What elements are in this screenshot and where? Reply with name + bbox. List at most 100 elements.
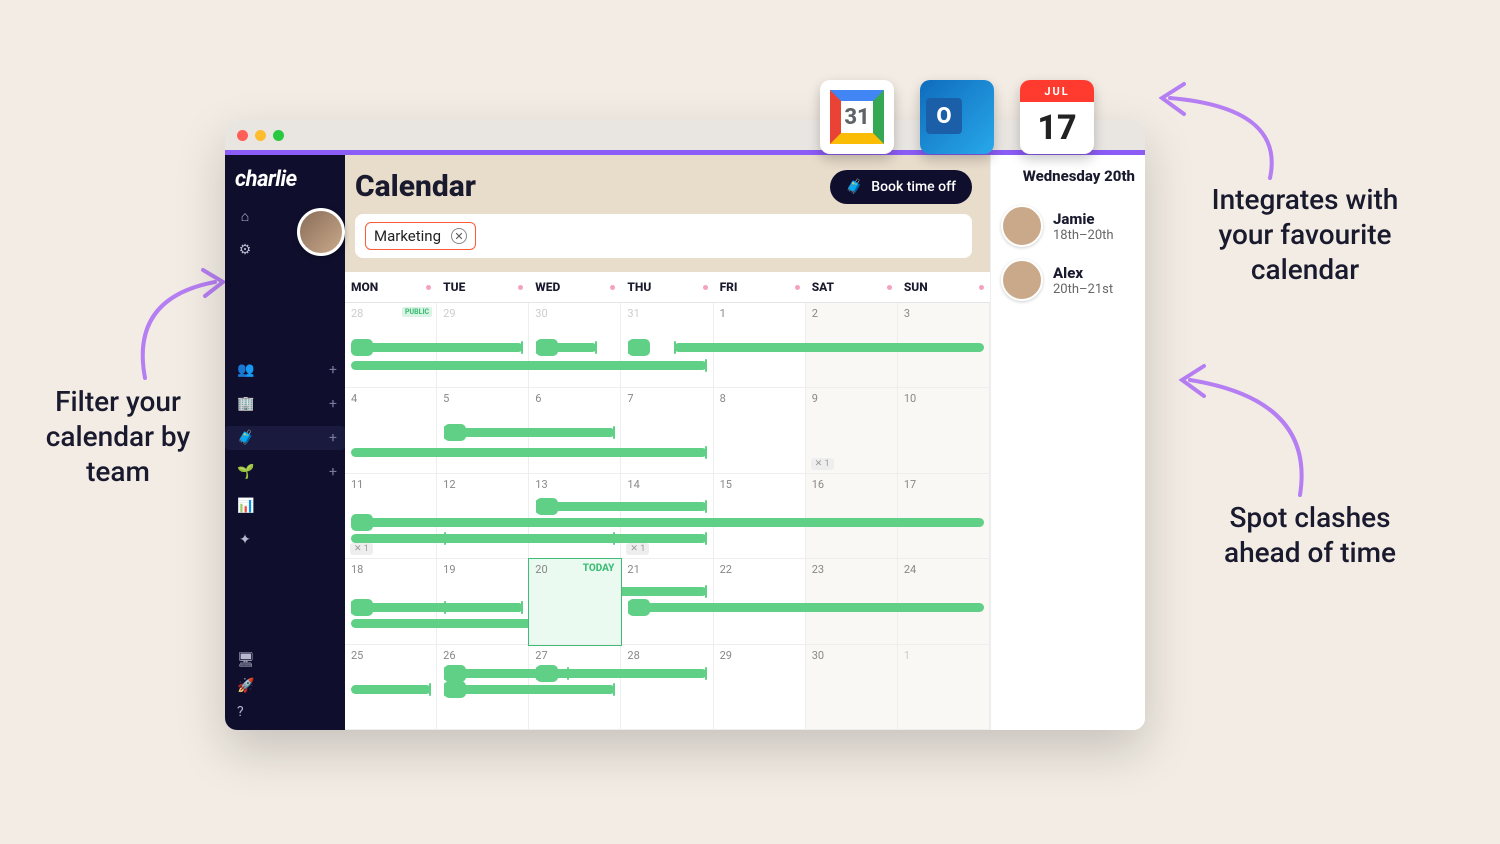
nav-item[interactable]: 📊 bbox=[237, 494, 345, 518]
calendar-cell[interactable]: 16 bbox=[806, 474, 898, 559]
calendar-cell[interactable]: 11✕ 1 bbox=[345, 474, 437, 559]
weekday-sat: SAT bbox=[806, 272, 898, 302]
annotation-clashes: Spot clashesahead of time bbox=[1195, 500, 1425, 570]
person-row[interactable]: Alex20th–21st bbox=[1001, 253, 1135, 307]
nav-item[interactable]: 👥+ bbox=[237, 358, 345, 382]
calendar-cell[interactable]: 22 bbox=[714, 559, 806, 644]
filter-chip-marketing[interactable]: Marketing ✕ bbox=[365, 222, 476, 250]
person-range: 20th–21st bbox=[1053, 282, 1113, 297]
calendar-cell[interactable]: 7 bbox=[621, 388, 713, 473]
calendar-grid: 28PUBLIC293031123456789✕ 11011✕ 1121314✕… bbox=[345, 303, 990, 730]
person-avatar bbox=[1001, 259, 1043, 301]
book-button-label: Book time off bbox=[871, 179, 956, 195]
filter-chip-remove-icon[interactable]: ✕ bbox=[451, 228, 467, 244]
filter-bar[interactable]: Marketing ✕ bbox=[355, 214, 972, 258]
weekday-fri: FRI bbox=[714, 272, 806, 302]
avatar[interactable] bbox=[297, 208, 345, 256]
public-badge: PUBLIC bbox=[402, 307, 432, 317]
calendar-cell[interactable]: 6 bbox=[529, 388, 621, 473]
calendar-cell[interactable]: 20TODAY bbox=[529, 559, 621, 644]
calendar-cell[interactable]: 21 bbox=[621, 559, 713, 644]
apple-calendar-icon: JUL 17 bbox=[1020, 80, 1094, 154]
person-row[interactable]: Jamie18th–20th bbox=[1001, 199, 1135, 253]
count-badge: ✕ 1 bbox=[811, 458, 834, 470]
calendar-cell[interactable]: 27 bbox=[529, 645, 621, 730]
calendar-cell[interactable]: 12 bbox=[437, 474, 529, 559]
person-name: Alex bbox=[1053, 264, 1113, 282]
calendar-cell[interactable]: 8 bbox=[714, 388, 806, 473]
google-calendar-icon: 31 bbox=[820, 80, 894, 154]
count-badge: ✕ 1 bbox=[626, 543, 649, 555]
calendar-cell[interactable]: 30 bbox=[806, 645, 898, 730]
calendar-cell[interactable]: 28 bbox=[621, 645, 713, 730]
calendar-cell[interactable]: 25 bbox=[345, 645, 437, 730]
calendar-cell[interactable]: 15 bbox=[714, 474, 806, 559]
weekday-tue: TUE bbox=[437, 272, 529, 302]
calendar-cell[interactable]: 23 bbox=[806, 559, 898, 644]
briefcase-icon: 🧳 bbox=[846, 179, 863, 195]
calendar-cell[interactable]: 31 bbox=[621, 303, 713, 388]
gear-icon: ⚙ bbox=[237, 242, 253, 258]
annotation-integrates: Integrates withyour favouritecalendar bbox=[1180, 182, 1430, 287]
nav-item[interactable]: 🏢+ bbox=[237, 392, 345, 416]
nav-icon: 🏢 bbox=[237, 396, 253, 412]
weekday-thu: THU bbox=[621, 272, 713, 302]
calendar-cell[interactable]: 17 bbox=[898, 474, 990, 559]
window-zoom-icon[interactable] bbox=[273, 130, 284, 141]
nav-item[interactable]: 🌱+ bbox=[237, 460, 345, 484]
calendar-cell[interactable]: 4 bbox=[345, 388, 437, 473]
annotation-filter: Filter yourcalendar byteam bbox=[28, 384, 208, 489]
calendar-cell[interactable]: 24 bbox=[898, 559, 990, 644]
calendar-cell[interactable]: 30 bbox=[529, 303, 621, 388]
logo: charlie bbox=[225, 155, 345, 198]
weekday-mon: MON bbox=[345, 272, 437, 302]
person-name: Jamie bbox=[1053, 210, 1114, 228]
arrow-top-right bbox=[1150, 78, 1290, 188]
calendar-cell[interactable]: 1 bbox=[714, 303, 806, 388]
nav-item[interactable]: 🧳+ bbox=[225, 426, 345, 450]
arrow-bottom-right bbox=[1170, 360, 1320, 510]
plus-icon[interactable]: + bbox=[329, 464, 337, 480]
person-avatar bbox=[1001, 205, 1043, 247]
nav-icon: 🌱 bbox=[237, 464, 253, 480]
nav-mid: 👥+🏢+🧳+🌱+📊✦ bbox=[225, 352, 345, 552]
nav-icon: 🧳 bbox=[237, 430, 253, 446]
calendar-cell[interactable]: 14✕ 1 bbox=[621, 474, 713, 559]
weekday-sun: SUN bbox=[898, 272, 990, 302]
nav-icon: 👥 bbox=[237, 362, 253, 378]
nav-icon: 📊 bbox=[237, 498, 253, 514]
plus-icon[interactable]: + bbox=[329, 362, 337, 378]
today-badge: TODAY bbox=[583, 563, 615, 574]
nav-bottom-item[interactable]: ? bbox=[237, 704, 255, 720]
calendar-integrations: 31 O JUL 17 bbox=[820, 80, 1094, 154]
book-time-off-button[interactable]: 🧳 Book time off bbox=[830, 170, 972, 204]
calendar-cell[interactable]: 5 bbox=[437, 388, 529, 473]
calendar-cell[interactable]: 29 bbox=[437, 303, 529, 388]
nav-bottom-item[interactable]: 🖥 bbox=[237, 652, 255, 668]
filter-chip-label: Marketing bbox=[374, 227, 441, 245]
nav-item[interactable]: ✦ bbox=[237, 528, 345, 552]
calendar-cell[interactable]: 19 bbox=[437, 559, 529, 644]
calendar-cell[interactable]: 1 bbox=[898, 645, 990, 730]
calendar-cell[interactable]: 26 bbox=[437, 645, 529, 730]
right-panel: Wednesday 20th Jamie18th–20thAlex20th–21… bbox=[990, 155, 1145, 730]
calendar-cell[interactable]: 2 bbox=[806, 303, 898, 388]
window-minimize-icon[interactable] bbox=[255, 130, 266, 141]
calendar-cell[interactable]: 29 bbox=[714, 645, 806, 730]
weekday-header: MONTUEWEDTHUFRISATSUN bbox=[345, 272, 990, 303]
app-window: charlie ⌂ ⚙ 👥+🏢+🧳+🌱+📊✦ 🖥🚀? Calendar 🧳 Bo… bbox=[225, 120, 1145, 730]
calendar-cell[interactable]: 18 bbox=[345, 559, 437, 644]
calendar-cell[interactable]: 3 bbox=[898, 303, 990, 388]
calendar-cell[interactable]: 13 bbox=[529, 474, 621, 559]
nav-bottom-item[interactable]: 🚀 bbox=[237, 678, 255, 694]
calendar-cell[interactable]: 10 bbox=[898, 388, 990, 473]
header: Calendar 🧳 Book time off Marketing ✕ bbox=[345, 155, 990, 272]
plus-icon[interactable]: + bbox=[329, 430, 337, 446]
sidebar: charlie ⌂ ⚙ 👥+🏢+🧳+🌱+📊✦ 🖥🚀? bbox=[225, 155, 345, 730]
calendar-cell[interactable]: 9✕ 1 bbox=[806, 388, 898, 473]
window-close-icon[interactable] bbox=[237, 130, 248, 141]
calendar: MONTUEWEDTHUFRISATSUN 28PUBLIC2930311234… bbox=[345, 272, 990, 730]
plus-icon[interactable]: + bbox=[329, 396, 337, 412]
home-icon: ⌂ bbox=[237, 208, 253, 225]
calendar-cell[interactable]: 28PUBLIC bbox=[345, 303, 437, 388]
